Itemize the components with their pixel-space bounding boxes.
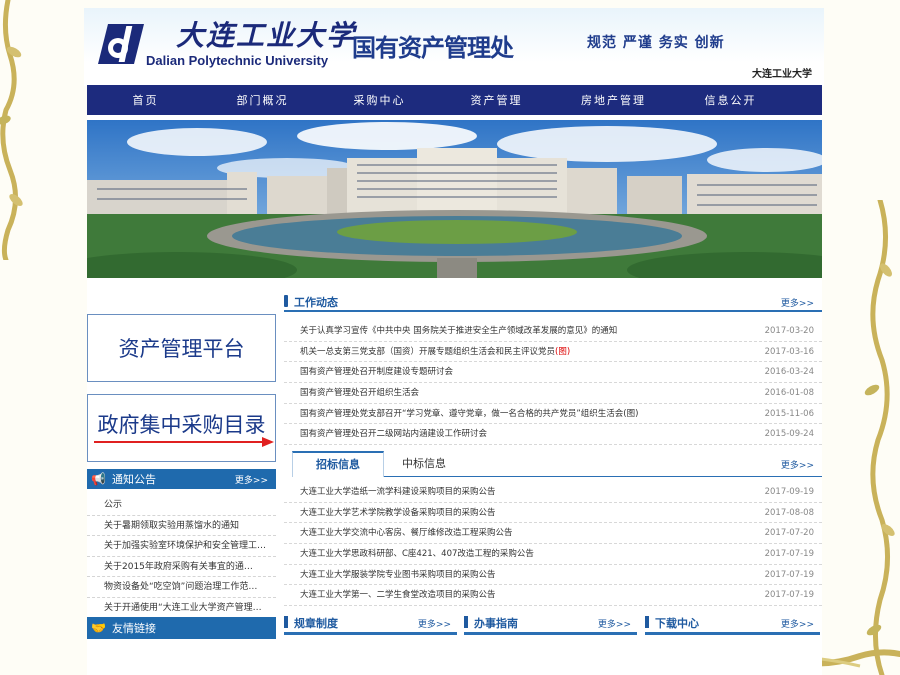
nav-item-home[interactable]: 首页 [107, 92, 184, 108]
news-date: 2015-09-24 [764, 429, 814, 440]
page-container: 大连工业大学 Dalian Polytechnic University 国有资… [84, 8, 824, 675]
list-item[interactable]: 大连工业大学思政科研部、C座421、407改造工程的采购公告 2017-07-19 [284, 544, 822, 565]
university-logo-icon[interactable] [94, 18, 148, 68]
nav-item-procurement[interactable]: 采购中心 [321, 92, 438, 108]
list-item[interactable]: 大连工业大学交流中心客房、餐厅维修改造工程采购公告 2017-07-20 [284, 523, 822, 545]
tender-title: 大连工业大学思政科研部、C座421、407改造工程的采购公告 [300, 549, 534, 560]
news-date: 2017-03-20 [764, 326, 814, 336]
list-item[interactable]: 国有资产管理处召开二级网站内涵建设工作研讨会 2015-09-24 [284, 424, 822, 446]
list-item[interactable]: 关于加强实验室环境保护和安全管理工… [87, 536, 276, 557]
work-more-link[interactable]: 更多>> [781, 296, 814, 309]
tender-date: 2017-08-08 [764, 507, 814, 518]
news-date: 2015-11-06 [764, 408, 814, 419]
tender-date: 2017-07-19 [764, 549, 814, 560]
tender-title: 大连工业大学服装学院专业图书采购项目的采购公告 [300, 569, 496, 580]
tender-date: 2017-09-19 [764, 487, 814, 497]
work-section-header: 工作动态 更多>> [284, 292, 822, 312]
news-title: 国有资产管理处召开制度建设专题研讨会 [300, 367, 454, 378]
news-title: 国有资产管理处召开二级网站内涵建设工作研讨会 [300, 429, 488, 440]
tender-date: 2017-07-20 [764, 528, 814, 539]
nav-item-real-estate[interactable]: 房地产管理 [555, 92, 672, 108]
list-item[interactable]: 大连工业大学第一、二学生食堂改造项目的采购公告 2017-07-19 [284, 585, 822, 607]
vine-decoration-left [0, 0, 23, 260]
tender-date: 2017-07-19 [764, 569, 814, 580]
news-date: 2017-03-16 [764, 346, 814, 357]
notice-list: 公示 关于暑期领取实验用蒸馏水的通知 关于加强实验室环境保护和安全管理工… 关于… [87, 495, 276, 618]
news-date: 2016-01-08 [764, 388, 814, 399]
list-item[interactable]: 国有资产管理处召开制度建设专题研讨会 2016-03-24 [284, 362, 822, 384]
notice-section-title: 通知公告 [111, 473, 156, 486]
list-item[interactable]: 国有资产管理处党支部召开“学习党章、遵守党章，做一名合格的共产党员”组织生活会(… [284, 404, 822, 425]
list-item[interactable]: 关于认真学习宣传《中共中央 国务院关于推进安全生产领域改革发展的意见》的通知 20… [284, 321, 822, 342]
tender-title: 大连工业大学造纸一流学科建设采购项目的采购公告 [300, 487, 496, 497]
download-more-link[interactable]: 更多>> [781, 617, 814, 630]
tender-list: 大连工业大学造纸一流学科建设采购项目的采购公告 2017-09-19 大连工业大学… [284, 482, 822, 607]
campus-banner-image [87, 120, 822, 278]
nav-item-assets[interactable]: 资产管理 [438, 92, 555, 108]
university-link[interactable]: 大连工业大学 [752, 65, 812, 80]
handshake-icon: 🤝 [91, 621, 106, 635]
list-item[interactable]: 大连工业大学造纸一流学科建设采购项目的采购公告 2017-09-19 [284, 482, 822, 503]
list-item[interactable]: 大连工业大学艺术学院教学设备采购项目的采购公告 2017-08-08 [284, 503, 822, 524]
vine-decoration-right [864, 200, 895, 675]
tab-award-info[interactable]: 中标信息 [402, 455, 446, 471]
university-name-cn: 大连工业大学 [176, 19, 357, 52]
news-title: 机关一总支第三党支部（国资）开展专题组织生活会和民主评议党员 [300, 346, 556, 357]
list-item[interactable]: 机关一总支第三党支部（国资）开展专题组织生活会和民主评议党员(图) 2017-03… [284, 342, 822, 363]
procurement-catalog-button[interactable]: 政府集中采购目录 [87, 394, 276, 462]
tender-date: 2017-07-19 [764, 590, 814, 601]
links-section-title: 友情链接 [111, 622, 156, 635]
procurement-catalog-label: 政府集中采购目录 [97, 413, 266, 437]
tender-tabs: 招标信息 中标信息 更多>> [292, 451, 822, 477]
image-tag: (图) [555, 346, 571, 357]
news-title: 国有资产管理处党支部召开“学习党章、遵守党章，做一名合格的共产党员”组织生活会(… [300, 408, 639, 419]
department-title: 国有资产管理处 [352, 34, 514, 62]
work-section-title: 工作动态 [284, 294, 338, 310]
guide-more-link[interactable]: 更多>> [598, 617, 631, 630]
list-item[interactable]: 国有资产管理处召开组织生活会 2016-01-08 [284, 383, 822, 404]
tab-tender-info[interactable]: 招标信息 [292, 451, 384, 477]
nav-item-disclosure[interactable]: 信息公开 [672, 92, 789, 108]
download-section-title: 下载中心 [645, 615, 699, 631]
notice-more-link[interactable]: 更多>> [235, 473, 268, 486]
download-section-header: 下载中心 更多>> [645, 613, 820, 635]
notice-section-header: 📢 通知公告 更多>> [87, 469, 276, 489]
megaphone-icon: 📢 [91, 472, 106, 486]
list-item[interactable]: 大连工业大学服装学院专业图书采购项目的采购公告 2017-07-19 [284, 565, 822, 586]
list-item[interactable]: 物资设备处“吃空饷”问题治理工作范… [87, 577, 276, 598]
asset-platform-button[interactable]: 资产管理平台 [87, 314, 276, 382]
list-item[interactable]: 关于开通使用“大连工业大学资产管理… [87, 598, 276, 618]
guide-section-header: 办事指南 更多>> [464, 613, 637, 635]
news-title: 国有资产管理处召开组织生活会 [300, 388, 420, 399]
links-section-header[interactable]: 🤝 友情链接 [87, 617, 276, 639]
work-list: 关于认真学习宣传《中共中央 国务院关于推进安全生产领域改革发展的意见》的通知 20… [284, 321, 822, 446]
tender-title: 大连工业大学交流中心客房、餐厅维修改造工程采购公告 [300, 528, 513, 539]
rules-more-link[interactable]: 更多>> [418, 617, 451, 630]
news-date: 2016-03-24 [764, 367, 814, 378]
motto: 规范 严谨 务实 创新 [587, 35, 725, 51]
tender-title: 大连工业大学艺术学院教学设备采购项目的采购公告 [300, 507, 496, 518]
main-nav: 首页 部门概况 采购中心 资产管理 房地产管理 信息公开 [87, 85, 822, 115]
guide-section-title: 办事指南 [464, 615, 518, 631]
tender-more-link[interactable]: 更多>> [781, 458, 814, 471]
rules-section-title: 规章制度 [284, 615, 338, 631]
rules-section-header: 规章制度 更多>> [284, 613, 457, 635]
list-item[interactable]: 关于暑期领取实验用蒸馏水的通知 [87, 516, 276, 536]
list-item[interactable]: 公示 [87, 495, 276, 516]
site-header: 大连工业大学 Dalian Polytechnic University 国有资… [84, 8, 824, 86]
arrow-right-icon [94, 437, 274, 447]
list-item[interactable]: 关于2015年政府采购有关事宜的通… [87, 557, 276, 577]
tender-title: 大连工业大学第一、二学生食堂改造项目的采购公告 [300, 590, 496, 601]
news-title: 关于认真学习宣传《中共中央 国务院关于推进安全生产领域改革发展的意见》的通知 [300, 326, 618, 336]
university-name-en: Dalian Polytechnic University [146, 53, 329, 68]
nav-item-about[interactable]: 部门概况 [204, 92, 321, 108]
